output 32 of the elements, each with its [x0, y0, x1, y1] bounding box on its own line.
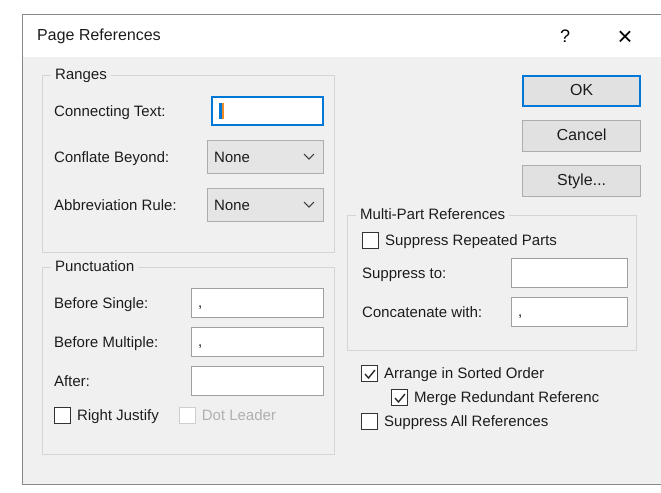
- text-field[interactable]: ,: [191, 327, 324, 357]
- field-label: Suppress to:: [362, 264, 446, 282]
- text-field[interactable]: ,: [511, 297, 628, 327]
- field-label: Conflate Beyond:: [54, 148, 170, 166]
- chevron-down-icon: [303, 153, 315, 161]
- check-icon: [392, 390, 406, 404]
- text-field[interactable]: [191, 366, 324, 396]
- field-label: Concatenate with:: [362, 304, 482, 320]
- field-label: Before Multiple:: [54, 334, 158, 350]
- group-title: Ranges: [51, 66, 111, 83]
- check-icon: [362, 366, 376, 380]
- field-label: Connecting Text:: [54, 102, 166, 120]
- field-label: After:: [54, 372, 90, 390]
- window-title: Page References: [37, 27, 162, 45]
- help-button[interactable]: ?: [535, 16, 595, 56]
- checkbox[interactable]: Suppress All References: [361, 413, 643, 430]
- dropdown[interactable]: None: [207, 140, 324, 174]
- checkbox[interactable]: Merge Redundant Referenc: [361, 389, 643, 406]
- field-label: Before Single:: [54, 294, 148, 312]
- dialog-button[interactable]: Cancel: [522, 120, 641, 152]
- field-label: Abbreviation Rule:: [54, 196, 177, 214]
- dialog-button[interactable]: Style...: [522, 165, 641, 197]
- dialog-button[interactable]: OK: [522, 75, 641, 107]
- checkbox[interactable]: Suppress Repeated Parts: [362, 232, 628, 249]
- close-button[interactable]: ×: [595, 16, 655, 56]
- dropdown[interactable]: None: [207, 188, 324, 222]
- chevron-down-icon: [303, 201, 315, 209]
- checkbox[interactable]: Arrange in Sorted Order: [361, 365, 643, 382]
- text-field[interactable]: [211, 96, 324, 126]
- text-field[interactable]: ,: [191, 288, 324, 318]
- checkbox[interactable]: Right Justify: [54, 407, 159, 424]
- text-field[interactable]: [511, 258, 628, 288]
